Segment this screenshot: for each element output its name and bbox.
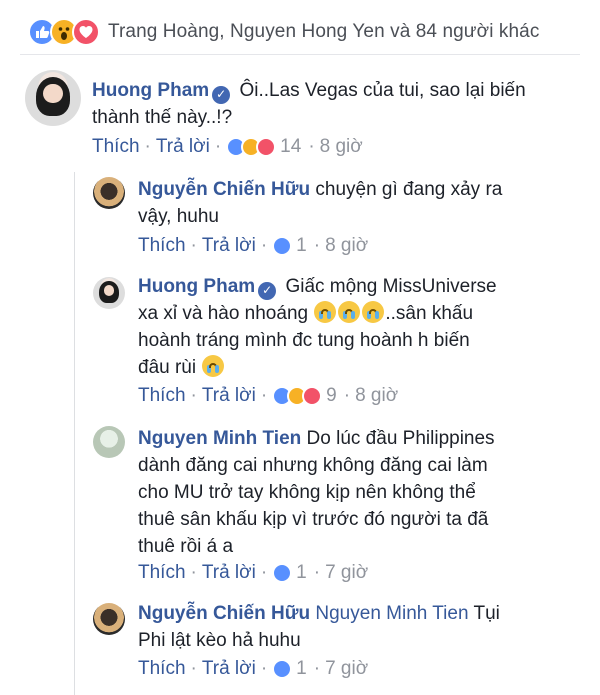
comment-time[interactable]: 8 giờ — [355, 385, 398, 407]
love-icon — [302, 386, 323, 406]
reply-link[interactable]: Trả lời — [202, 658, 256, 680]
mention-link[interactable]: Nguyen Minh Tien — [315, 603, 468, 624]
comment-reactions[interactable] — [272, 386, 323, 406]
reactors-text[interactable]: Trang Hoàng, Nguyen Hong Yen và 84 người… — [108, 21, 539, 43]
comment-time[interactable]: 8 giờ — [325, 235, 368, 257]
love-icon — [72, 18, 100, 46]
verified-badge-icon: ✓ — [212, 85, 231, 104]
comment-actions: Thích · Trả lời · 14 · 8 giờ — [92, 136, 363, 158]
like-icon — [272, 659, 293, 679]
avatar[interactable] — [93, 177, 125, 209]
crying-emoji-icon — [314, 301, 337, 323]
comment-body: Huong Pham ✓ Ôi..Las Vegas của tui, sao l… — [92, 77, 572, 131]
comment-author[interactable]: Huong Pham — [92, 80, 209, 101]
reaction-icons[interactable] — [28, 18, 100, 46]
reaction-count[interactable]: 9 — [326, 385, 337, 407]
comment-time[interactable]: 7 giờ — [325, 658, 368, 680]
reactions-summary[interactable]: Trang Hoàng, Nguyen Hong Yen và 84 người… — [28, 14, 539, 50]
comment-text: cho MU trở tay không kịp nên không thể — [138, 482, 476, 503]
reply-link[interactable]: Trả lời — [202, 385, 256, 407]
crying-emoji-icon — [202, 355, 225, 377]
comment-text: ..sân khấu — [385, 303, 474, 324]
comment-author[interactable]: Nguyễn Chiến Hữu — [138, 603, 310, 624]
comment-text: đâu rùi — [138, 357, 197, 378]
like-link[interactable]: Thích — [138, 562, 186, 584]
reply-link[interactable]: Trả lời — [202, 562, 256, 584]
comment-text: xa xỉ và hào nhoáng — [138, 303, 309, 324]
crying-emoji-icon — [362, 301, 385, 323]
comment-body: Huong Pham ✓ Giấc mộng MissUniverse xa xỉ… — [138, 273, 568, 381]
comment-reactions[interactable] — [226, 137, 277, 157]
reaction-count[interactable]: 1 — [296, 562, 307, 584]
comment-text: Giấc mộng MissUniverse — [285, 276, 497, 297]
like-icon — [272, 563, 293, 583]
comment-text: hoành tráng mình đc tung hoành h biến — [138, 330, 470, 351]
avatar[interactable] — [25, 70, 81, 126]
comment-body: Nguyen Minh Tien Do lúc đầu Philippines … — [138, 425, 578, 560]
comment-body: Nguyễn Chiến Hữu Nguyen Minh Tien Tụi Ph… — [138, 600, 578, 654]
comment-actions: Thích · Trả lời · 1 · 8 giờ — [138, 235, 369, 257]
comment-reactions[interactable] — [272, 563, 293, 583]
comment-actions: Thích · Trả lời · 9 · 8 giờ — [138, 385, 399, 407]
comment-text: thành thế này..!? — [92, 107, 233, 128]
comment-text: Phi lật kèo hả huhu — [138, 630, 301, 651]
love-icon — [256, 137, 277, 157]
comment-reactions[interactable] — [272, 236, 293, 256]
like-link[interactable]: Thích — [138, 385, 186, 407]
comment-text: dành đăng cai nhưng không đăng cai làm — [138, 455, 488, 476]
like-link[interactable]: Thích — [138, 235, 186, 257]
comment-text: thuê rồi á a — [138, 536, 234, 557]
reply-thread-line — [74, 172, 75, 695]
crying-emoji-icon — [338, 301, 361, 323]
reaction-count[interactable]: 14 — [280, 136, 301, 158]
reply-link[interactable]: Trả lời — [156, 136, 210, 158]
comment-actions: Thích · Trả lời · 1 · 7 giờ — [138, 562, 369, 584]
divider — [20, 54, 580, 55]
avatar[interactable] — [93, 426, 125, 458]
like-link[interactable]: Thích — [92, 136, 140, 158]
comment-text: thuê sân khấu kịp vì trước đó người ta đ… — [138, 509, 489, 530]
comment-author[interactable]: Nguyen Minh Tien — [138, 428, 301, 449]
comment-text: chuyện gì đang xảy ra — [315, 179, 503, 200]
reply-link[interactable]: Trả lời — [202, 235, 256, 257]
comment-body: Nguyễn Chiến Hữu chuyện gì đang xảy ra v… — [138, 176, 558, 230]
comment-time[interactable]: 8 giờ — [320, 136, 363, 158]
comment-text: Do lúc đầu Philippines — [306, 428, 495, 449]
comment-actions: Thích · Trả lời · 1 · 7 giờ — [138, 658, 369, 680]
comment-author[interactable]: Nguyễn Chiến Hữu — [138, 179, 310, 200]
comment-text: vậy, huhu — [138, 206, 219, 227]
avatar[interactable] — [93, 603, 125, 635]
comment-text: Tụi — [473, 603, 500, 624]
like-link[interactable]: Thích — [138, 658, 186, 680]
avatar[interactable] — [93, 277, 125, 309]
comment-time[interactable]: 7 giờ — [325, 562, 368, 584]
reaction-count[interactable]: 1 — [296, 235, 307, 257]
comment-author[interactable]: Huong Pham — [138, 276, 255, 297]
reaction-count[interactable]: 1 — [296, 658, 307, 680]
comment-text: Ôi..Las Vegas của tui, sao lại biến — [239, 80, 526, 101]
comment-reactions[interactable] — [272, 659, 293, 679]
like-icon — [272, 236, 293, 256]
verified-badge-icon: ✓ — [258, 281, 277, 300]
